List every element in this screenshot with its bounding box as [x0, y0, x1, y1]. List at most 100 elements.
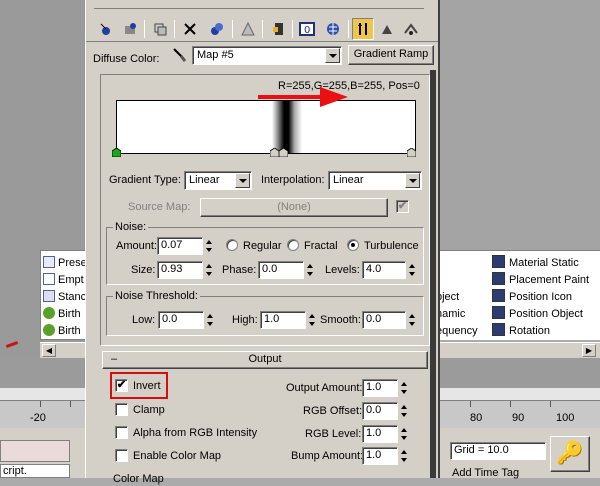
output-title: Output — [248, 353, 282, 365]
show-end-result-icon[interactable] — [322, 18, 344, 40]
list-item[interactable]: Position Object — [492, 306, 583, 323]
editor-scroll-top[interactable] — [94, 0, 424, 9]
low-spinner[interactable]: 0.0 — [158, 311, 216, 329]
output-amount-field[interactable]: 1.0 — [362, 379, 398, 397]
high-field[interactable]: 1.0 — [260, 311, 306, 329]
invert-checkbox[interactable]: ✔ — [115, 379, 128, 392]
alpha-from-rgb-checkbox[interactable] — [115, 426, 128, 439]
spinner-arrows-icon[interactable] — [399, 379, 409, 397]
smooth-spinner[interactable]: 0.0 — [362, 311, 418, 329]
interpolation-dropdown[interactable]: Linear — [328, 171, 422, 190]
levels-field[interactable]: 4.0 — [362, 261, 406, 279]
source-map-label: Source Map: — [128, 201, 191, 213]
tree-item[interactable]: Stanc — [43, 289, 86, 306]
phase-spinner[interactable]: 0.0 — [258, 261, 316, 279]
spinner-arrows-icon[interactable] — [305, 261, 315, 279]
scroll-right-icon[interactable]: ▶ — [582, 344, 596, 357]
tree-item[interactable]: Empt — [43, 272, 84, 289]
radio-regular[interactable] — [226, 239, 238, 251]
list-item[interactable]: Rotation — [492, 323, 550, 340]
tree-item[interactable]: Birth — [43, 306, 81, 323]
track-view-tree[interactable]: Prese Empt Stanc Birth Birth — [40, 250, 88, 340]
material-navigator-icon[interactable] — [400, 18, 422, 40]
flag-icon[interactable] — [407, 148, 416, 157]
spinner-arrows-icon[interactable] — [307, 311, 317, 329]
chevron-down-icon[interactable] — [235, 173, 250, 188]
output-rollout-header[interactable]: – Output — [102, 351, 428, 369]
put-to-scene-icon[interactable] — [119, 18, 141, 40]
spinner-arrows-icon[interactable] — [205, 311, 215, 329]
size-field[interactable]: 0.93 — [157, 261, 203, 279]
list-item[interactable]: equency — [436, 323, 478, 340]
radio-fractal[interactable] — [287, 239, 299, 251]
phase-label: Phase: — [222, 264, 257, 276]
amount-spinner[interactable]: 0.07 — [157, 237, 215, 255]
radio-turbulence[interactable] — [347, 239, 359, 251]
amount-field[interactable]: 0.07 — [157, 237, 203, 255]
gradient-type-dropdown[interactable]: Linear — [184, 171, 252, 190]
levels-spinner[interactable]: 4.0 — [362, 261, 418, 279]
go-forward-to-sibling-icon[interactable] — [376, 18, 398, 40]
smooth-field[interactable]: 0.0 — [362, 311, 406, 329]
source-map-button[interactable]: (None) — [200, 198, 388, 217]
flag-icon[interactable] — [270, 148, 279, 157]
output-amount-spinner[interactable]: 1.0 — [362, 379, 410, 397]
spinner-arrows-icon[interactable] — [399, 402, 409, 420]
size-spinner[interactable]: 0.93 — [157, 261, 215, 279]
scroll-thumb[interactable] — [430, 70, 436, 478]
rgb-offset-field[interactable]: 0.0 — [362, 402, 398, 420]
scroll-left-icon[interactable]: ◀ — [42, 344, 56, 357]
flag-green-icon[interactable] — [112, 148, 121, 157]
tree-item[interactable]: Prese — [43, 255, 87, 272]
show-map-in-viewport-icon[interactable]: 0 — [297, 18, 319, 40]
clamp-checkbox[interactable] — [115, 403, 128, 416]
go-to-parent-icon[interactable] — [352, 18, 374, 40]
spinner-arrows-icon[interactable] — [399, 425, 409, 443]
pick-material-icon[interactable] — [170, 46, 188, 64]
assign-to-selection-icon[interactable] — [149, 18, 171, 40]
map-name-field[interactable]: Map #5 — [192, 46, 342, 65]
position-object-icon — [492, 306, 505, 319]
tree-item[interactable]: Birth — [43, 323, 81, 340]
phase-field[interactable]: 0.0 — [258, 261, 304, 279]
chevron-down-icon[interactable] — [325, 48, 340, 63]
rgb-level-field[interactable]: 1.0 — [362, 425, 398, 443]
spinner-arrows-icon[interactable] — [204, 261, 214, 279]
source-map-checkbox[interactable]: ✔ — [396, 200, 409, 213]
make-unique-icon[interactable] — [206, 18, 228, 40]
operator-list[interactable]: bject namic equency Material Static Plac… — [436, 250, 600, 340]
list-item[interactable]: Placement Paint — [492, 272, 589, 289]
get-material-icon[interactable] — [95, 18, 117, 40]
list-item[interactable]: Material Static — [492, 255, 579, 272]
chevron-down-icon[interactable] — [405, 173, 420, 188]
rollout-scrollbar[interactable] — [430, 70, 436, 478]
enable-color-map-checkbox[interactable] — [115, 449, 128, 462]
rgb-offset-spinner[interactable]: 0.0 — [362, 402, 410, 420]
list-item[interactable]: namic — [436, 306, 465, 323]
low-field[interactable]: 0.0 — [158, 311, 204, 329]
red-arrow-icon — [258, 87, 348, 107]
gradient-ramp-button[interactable]: Gradient Ramp — [348, 45, 434, 65]
spinner-arrows-icon[interactable] — [204, 237, 214, 255]
viewport-right — [440, 0, 600, 250]
bump-amount-spinner[interactable]: 1.0 — [362, 447, 410, 465]
high-spinner[interactable]: 1.0 — [260, 311, 318, 329]
spinner-arrows-icon[interactable] — [407, 261, 417, 279]
birth-icon — [43, 324, 55, 336]
script-listener[interactable] — [0, 440, 70, 462]
bump-amount-field[interactable]: 1.0 — [362, 447, 398, 465]
put-to-library-icon[interactable] — [237, 18, 259, 40]
flag-icon[interactable] — [279, 148, 288, 157]
key-icon[interactable]: 🔑 — [550, 436, 590, 472]
spinner-arrows-icon[interactable] — [407, 311, 417, 329]
collapse-icon[interactable]: – — [111, 352, 117, 367]
rgb-level-spinner[interactable]: 1.0 — [362, 425, 410, 443]
material-editor-panel: 0 Diffuse Color: Map #5 Gradient Ramp R=… — [85, 0, 440, 485]
material-id-channel-icon[interactable] — [267, 18, 289, 40]
list-item[interactable]: Position Icon — [492, 289, 572, 306]
ruler-label: -20 — [30, 412, 46, 424]
spinner-arrows-icon[interactable] — [399, 447, 409, 465]
gradient-type-label: Gradient Type: — [109, 174, 181, 186]
standard-icon — [43, 290, 55, 302]
reset-map-icon[interactable] — [179, 18, 201, 40]
